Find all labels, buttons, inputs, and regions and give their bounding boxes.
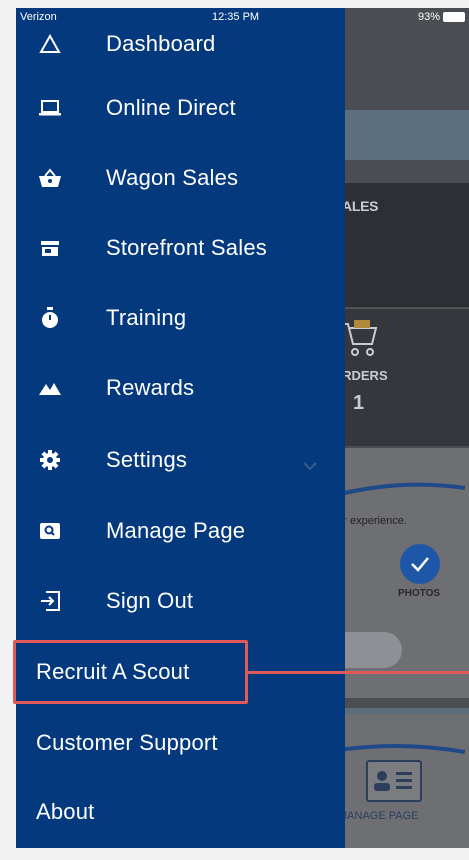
id-card-icon[interactable]	[366, 760, 422, 802]
recruit-highlight-box	[13, 640, 248, 704]
menu-item-label: Online Direct	[106, 95, 236, 120]
orders-count: 1	[353, 392, 365, 414]
menu-item-storefront-sales[interactable]: Storefront Sales	[16, 220, 345, 276]
search-card-icon	[36, 517, 64, 545]
menu-item-training[interactable]: Training	[16, 290, 345, 346]
menu-item-about[interactable]: About	[16, 784, 345, 840]
photos-label: PHOTOS	[398, 588, 441, 599]
status-bar: Verizon 12:35 PM 93%	[16, 8, 469, 30]
menu-item-label: Dashboard	[106, 31, 216, 56]
highlight-callout-line	[248, 671, 469, 674]
menu-item-label: Customer Support	[36, 730, 218, 755]
menu-item-label: Sign Out	[106, 588, 194, 613]
menu-item-label: Wagon Sales	[106, 165, 239, 190]
menu-item-customer-support[interactable]: Customer Support	[16, 715, 345, 771]
gear-icon	[36, 446, 64, 474]
battery-icon	[443, 12, 465, 22]
manage-page-label: MANAGE PAGE	[338, 810, 419, 822]
navigation-drawer: Dashboard Online Direct Wagon Sales Stor…	[16, 8, 345, 848]
menu-item-label: Rewards	[106, 375, 195, 400]
menu-item-manage-page[interactable]: Manage Page	[16, 503, 345, 559]
menu-item-label: Storefront Sales	[106, 235, 267, 260]
menu-item-online-direct[interactable]: Online Direct	[16, 80, 345, 136]
cart-icon	[342, 320, 378, 356]
menu-item-settings[interactable]: Settings	[16, 432, 345, 488]
menu-item-rewards[interactable]: Rewards	[16, 360, 345, 416]
basket-icon	[36, 164, 64, 192]
battery-indicator: 93%	[418, 11, 465, 23]
menu-item-label: Training	[106, 305, 187, 330]
menu-item-wagon-sales[interactable]: Wagon Sales	[16, 150, 345, 206]
chevron-down-icon[interactable]	[302, 460, 318, 472]
storefront-icon	[36, 234, 64, 262]
battery-label: 93%	[417, 11, 440, 23]
swoosh-decoration	[325, 482, 465, 500]
sign-out-icon	[36, 587, 64, 615]
triangle-icon	[36, 30, 64, 58]
menu-item-label: Settings	[106, 447, 188, 472]
stopwatch-icon	[36, 304, 64, 332]
mountains-icon	[36, 374, 64, 402]
menu-item-label: Manage Page	[106, 518, 246, 543]
menu-item-label: About	[36, 799, 95, 824]
laptop-icon	[36, 94, 64, 122]
menu-item-sign-out[interactable]: Sign Out	[16, 573, 345, 629]
clock-label: 12:35 PM	[212, 11, 260, 23]
check-icon	[411, 557, 429, 572]
carrier-label: Verizon	[20, 11, 57, 23]
photos-check-button[interactable]	[400, 544, 440, 584]
